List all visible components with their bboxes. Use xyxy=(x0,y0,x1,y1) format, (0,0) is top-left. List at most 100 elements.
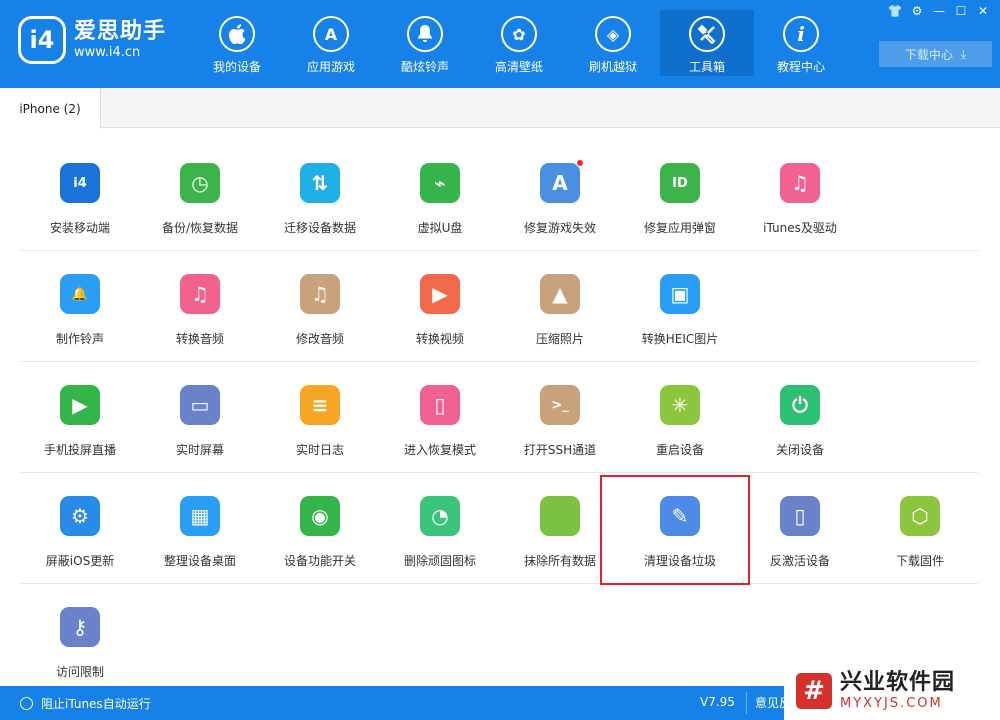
tool-play[interactable]: ▶ 转换视频 xyxy=(380,251,500,351)
play-icon: ▶ xyxy=(420,274,460,314)
tool-music[interactable]: ♫ 转换音频 xyxy=(140,251,260,351)
itunes-icon: ♫ xyxy=(780,163,820,203)
i4-logo-icon: i4 xyxy=(18,16,66,64)
tool-deactivate[interactable]: ▯ 反激活设备 xyxy=(740,473,860,573)
tool-itunes[interactable]: ♫ iTunes及驱动 xyxy=(740,140,860,240)
watermark-title: 兴业软件园 xyxy=(840,670,956,695)
tool-label: 备份/恢复数据 xyxy=(161,221,239,235)
minimize-icon[interactable]: — xyxy=(928,2,950,20)
tool-grid[interactable]: ▦ 整理设备桌面 xyxy=(140,473,260,573)
info-icon: i xyxy=(783,16,819,52)
nav-label: 工具箱 xyxy=(688,60,725,74)
tool-row: i4 安装移动端 ◷ 备份/恢复数据 ⇅ 迁移设备数据 ⌁ 虚拟U盘 A 修复游戏失效 ID 修复应用… xyxy=(20,140,978,251)
transfer-icon: ⇅ xyxy=(300,163,340,203)
main-nav: 我的设备 A 应用游戏 酷炫铃声 ✿ 高清壁纸 ◈ 刷机越狱 工具箱 i 教程中… xyxy=(190,10,848,88)
tool-glyph: ≡ xyxy=(311,393,329,417)
tool-heic[interactable]: ▣ 转换HEIC图片 xyxy=(620,251,740,351)
tool-usb[interactable]: ⌁ 虚拟U盘 xyxy=(380,140,500,240)
nav-label: 酷炫铃声 xyxy=(400,60,449,74)
heic-icon: ▣ xyxy=(660,274,700,314)
nav-toolbox[interactable]: 工具箱 xyxy=(660,10,754,76)
tool-terminal[interactable]: >_ 打开SSH通道 xyxy=(500,362,620,462)
tool-label: 抹除所有数据 xyxy=(523,554,596,568)
tool-key[interactable]: ⚷ 访问限制 xyxy=(20,584,140,684)
device-tab-bar: iPhone (2) xyxy=(0,88,1000,129)
nav-wallpapers[interactable]: ✿ 高清壁纸 xyxy=(472,10,566,76)
app-name: 爱思助手 xyxy=(74,19,167,44)
tool-label: 实时日志 xyxy=(295,443,344,457)
tool-glyph: ⚙ xyxy=(71,504,89,528)
tool-label: iTunes及驱动 xyxy=(763,221,837,235)
tool-glyph: ▶ xyxy=(432,282,448,306)
tool-music-edit[interactable]: ♫ 修改音频 xyxy=(260,251,380,351)
nav-label: 教程中心 xyxy=(776,60,825,74)
shirt-icon[interactable]: 👕 xyxy=(884,2,906,20)
block-itunes-label: 阻止iTunes自动运行 xyxy=(41,697,151,711)
deactivate-icon: ▯ xyxy=(780,496,820,536)
maximize-icon[interactable]: ☐ xyxy=(950,2,972,20)
tool-cube[interactable]: ⬡ 下载固件 xyxy=(860,473,980,573)
tool-label: 关闭设备 xyxy=(775,443,824,457)
tool-transfer[interactable]: ⇅ 迁移设备数据 xyxy=(260,140,380,240)
tool-toggle[interactable]: ◉ 设备功能开关 xyxy=(260,473,380,573)
tool-glyph: ▦ xyxy=(190,504,210,528)
clock-restore-icon: ◷ xyxy=(180,163,220,203)
nav-ringtones[interactable]: 酷炫铃声 xyxy=(378,10,472,76)
tool-bell-plus[interactable]: 🔔 制作铃声 xyxy=(20,251,140,351)
grid-icon: ▦ xyxy=(180,496,220,536)
key-icon: ⚷ xyxy=(60,607,100,647)
highlight-box xyxy=(600,475,750,585)
restart-icon: ✳ xyxy=(660,385,700,425)
tool-label: 重启设备 xyxy=(655,443,704,457)
tool-i4-logo[interactable]: i4 安装移动端 xyxy=(20,140,140,240)
recovery-icon: ▯ xyxy=(420,385,460,425)
tool-pie[interactable]: ◔ 删除顽固图标 xyxy=(380,473,500,573)
tab-iphone[interactable]: iPhone (2) xyxy=(0,88,101,129)
tool-screen-cast[interactable]: ▶ 手机投屏直播 xyxy=(20,362,140,462)
tool-label: 转换音频 xyxy=(175,332,224,346)
tool-restart[interactable]: ✳ 重启设备 xyxy=(620,362,740,462)
tool-apple-id[interactable]: ID 修复应用弹窗 xyxy=(620,140,740,240)
tool-photo[interactable]: ▲ 压缩照片 xyxy=(500,251,620,351)
tool-glyph: ID xyxy=(672,175,688,191)
tool-glyph: i4 xyxy=(73,175,87,191)
close-icon[interactable]: ✕ xyxy=(972,2,994,20)
tool-glyph: ✳ xyxy=(671,393,689,417)
nav-tutorials[interactable]: i 教程中心 xyxy=(754,10,848,76)
tool-glyph: ⚷ xyxy=(72,615,88,639)
tool-label: 制作铃声 xyxy=(55,332,104,346)
music-edit-icon: ♫ xyxy=(300,274,340,314)
log-icon: ≡ xyxy=(300,385,340,425)
tool-block-update[interactable]: ⚙ 屏蔽iOS更新 xyxy=(20,473,140,573)
tool-label: 删除顽固图标 xyxy=(403,554,476,568)
download-center-button[interactable]: 下载中心 ⤓ xyxy=(879,41,992,67)
screen-cast-icon: ▶ xyxy=(60,385,100,425)
tool-glyph: ◉ xyxy=(311,504,329,528)
tool-app-store-repair[interactable]: A 修复游戏失效 xyxy=(500,140,620,240)
tool-label: 修改音频 xyxy=(295,332,344,346)
tools-icon xyxy=(689,16,725,52)
apple-icon xyxy=(219,16,255,52)
tool-glyph: ⏻ xyxy=(792,393,808,417)
tool-clock-restore[interactable]: ◷ 备份/恢复数据 xyxy=(140,140,260,240)
tool-monitor[interactable]: ▭ 实时屏幕 xyxy=(140,362,260,462)
tool-recovery[interactable]: ▯ 进入恢复模式 xyxy=(380,362,500,462)
block-itunes-toggle[interactable]: 阻止iTunes自动运行 xyxy=(20,695,151,712)
tool-label: 转换HEIC图片 xyxy=(641,332,719,346)
gear-icon[interactable]: ⚙ xyxy=(906,2,928,20)
tool-glyph: >_ xyxy=(551,397,569,413)
tool-label: 下载固件 xyxy=(895,554,944,568)
nav-flash-jailbreak[interactable]: ◈ 刷机越狱 xyxy=(566,10,660,76)
tool-glyph: ▯ xyxy=(794,504,806,528)
monitor-icon: ▭ xyxy=(180,385,220,425)
tool-power[interactable]: ⏻ 关闭设备 xyxy=(740,362,860,462)
tool-glyph: 🔔 xyxy=(71,286,89,302)
tool-log[interactable]: ≡ 实时日志 xyxy=(260,362,380,462)
tool-glyph: ♫ xyxy=(791,171,809,195)
notification-dot xyxy=(576,159,584,167)
music-icon: ♫ xyxy=(180,274,220,314)
nav-apps-games[interactable]: A 应用游戏 xyxy=(284,10,378,76)
nav-my-device[interactable]: 我的设备 xyxy=(190,10,284,76)
nav-label: 我的设备 xyxy=(212,60,261,74)
tool-glyph: ◔ xyxy=(431,504,449,528)
